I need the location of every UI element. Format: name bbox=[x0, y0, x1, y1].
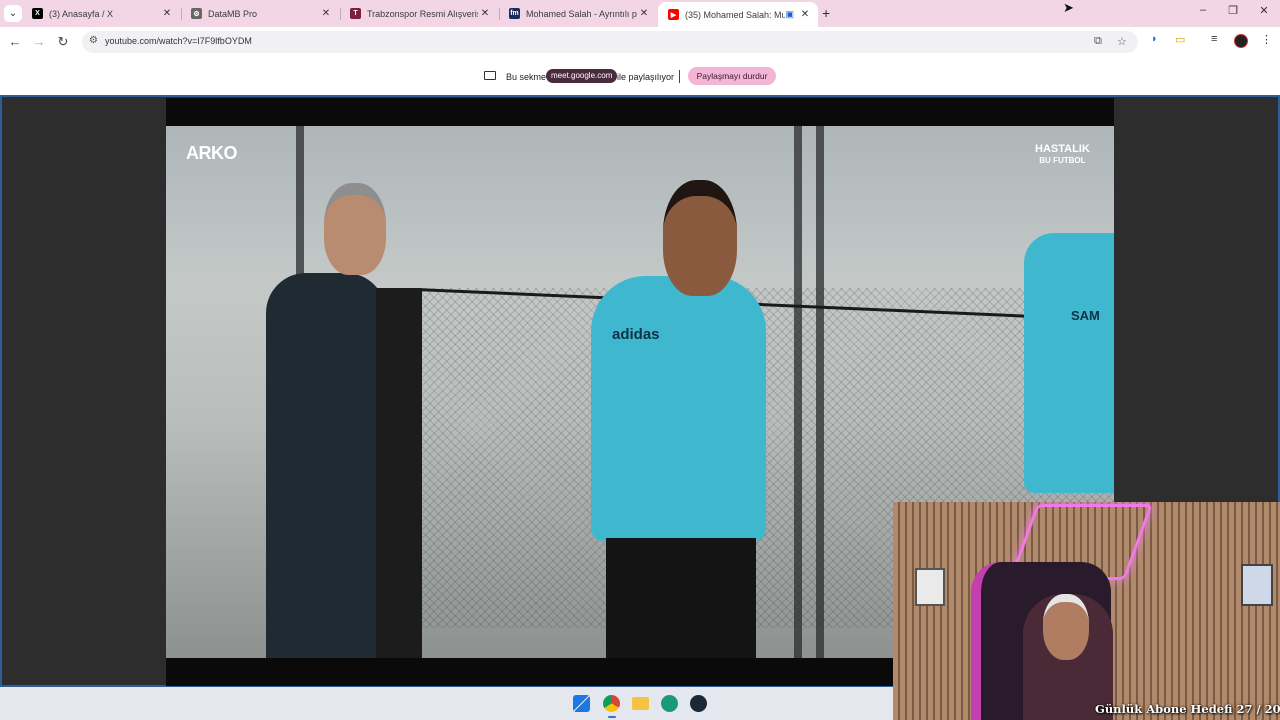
bookmark-star-icon[interactable]: ☆ bbox=[1117, 35, 1127, 48]
menu-kebab-icon[interactable]: ⋮ bbox=[1261, 33, 1272, 46]
channel-watermark-right: HASTALIK BU FUTBOL bbox=[1035, 144, 1090, 166]
close-icon[interactable]: ✕ bbox=[319, 8, 333, 19]
close-icon[interactable]: ✕ bbox=[478, 8, 492, 19]
person-right bbox=[1024, 233, 1114, 493]
trabzonspor-icon: T bbox=[350, 8, 361, 19]
fbref-icon: fm bbox=[509, 8, 520, 19]
person-player bbox=[591, 276, 766, 541]
address-bar[interactable]: ⚙ youtube.com/watch?v=I7F9lfbOYDM ⧉ ☆ bbox=[82, 31, 1138, 53]
channel-watermark-left: ARKO bbox=[186, 143, 238, 163]
screen-share-icon bbox=[484, 71, 496, 80]
forward-button[interactable]: → bbox=[31, 34, 47, 49]
site-info-icon[interactable]: ⚙ bbox=[89, 35, 98, 46]
chrome-icon[interactable] bbox=[603, 695, 620, 712]
browser-toolbar: ← → ↻ ⚙ youtube.com/watch?v=I7F9lfbOYDM … bbox=[0, 27, 1280, 57]
close-icon[interactable]: ✕ bbox=[160, 8, 174, 19]
x-logo-icon: X bbox=[32, 8, 43, 19]
watermark-subtitle: BU FUTBOL bbox=[1039, 156, 1086, 165]
shirt-text: SAM bbox=[1071, 308, 1100, 323]
share-target-badge: meet.google.com bbox=[546, 69, 618, 83]
windows-start-icon[interactable] bbox=[573, 695, 590, 712]
new-tab-button[interactable]: + bbox=[822, 5, 830, 21]
youtube-icon: ▶ bbox=[668, 9, 679, 20]
tab-title: Trabzonspor Resmi Alışveriş Sitesi bbox=[367, 8, 478, 19]
chevron-down-icon: ⌄ bbox=[8, 8, 18, 19]
framed-jersey bbox=[1241, 564, 1273, 606]
active-app-indicator bbox=[608, 716, 616, 718]
webcam-overlay: Günlük Abone Hedefi 27 / 20 bbox=[893, 502, 1280, 720]
tab-youtube-active[interactable]: ▶ (35) Mohamed Salah: Mucize ▣ ✕ bbox=[658, 2, 818, 27]
person-player-shorts bbox=[606, 538, 756, 658]
tab-title: (3) Anasayfa / X bbox=[49, 8, 114, 19]
tab-title: (35) Mohamed Salah: Mucize bbox=[685, 9, 786, 20]
file-explorer-icon[interactable] bbox=[632, 697, 649, 710]
person-player-head bbox=[663, 180, 737, 296]
tab-title: DataMB Pro bbox=[208, 8, 258, 19]
profile-avatar[interactable] bbox=[1234, 34, 1248, 48]
restore-button[interactable]: ❐ bbox=[1223, 4, 1243, 17]
shirt-logo-text: adidas bbox=[612, 326, 660, 343]
close-window-button[interactable]: ✕ bbox=[1254, 4, 1274, 17]
minimize-button[interactable]: – bbox=[1193, 4, 1213, 16]
person-coach-head bbox=[324, 183, 386, 275]
share-text-before: Bu sekme bbox=[506, 72, 547, 82]
divider bbox=[679, 70, 680, 83]
watermark-title: HASTALIK bbox=[1035, 143, 1090, 155]
extension-icon[interactable]: ▭ bbox=[1175, 33, 1185, 46]
app-icon[interactable] bbox=[661, 695, 678, 712]
datamb-icon: ⚙ bbox=[191, 8, 202, 19]
taskbar bbox=[0, 687, 893, 720]
sharing-indicator-icon: ▣ bbox=[785, 9, 794, 19]
reload-button[interactable]: ↻ bbox=[55, 34, 71, 50]
stop-sharing-button[interactable]: Paylaşmayı durdur bbox=[688, 67, 776, 85]
media-controls-icon[interactable]: ≡ bbox=[1211, 33, 1217, 45]
tab-strip: ⌄ X (3) Anasayfa / X ✕ ⚙ DataMB Pro ✕ T … bbox=[0, 0, 1280, 27]
person-coach bbox=[266, 273, 386, 658]
close-icon[interactable]: ✕ bbox=[637, 8, 651, 19]
tab-trabzonspor[interactable]: T Trabzonspor Resmi Alışveriş Sitesi ✕ bbox=[340, 0, 498, 27]
install-app-icon[interactable]: ⧉ bbox=[1094, 35, 1102, 48]
close-icon[interactable]: ✕ bbox=[798, 9, 812, 20]
wall-frame bbox=[915, 568, 945, 606]
share-text-after: ile paylaşılıyor bbox=[617, 72, 675, 82]
extension-icon[interactable]: ◗ bbox=[1151, 33, 1158, 45]
net-pole bbox=[376, 288, 422, 658]
subscriber-goal-caption: Günlük Abone Hedefi 27 / 20 bbox=[1095, 702, 1280, 716]
tab-datamb[interactable]: ⚙ DataMB Pro ✕ bbox=[181, 0, 339, 27]
tab-x[interactable]: X (3) Anasayfa / X ✕ bbox=[22, 0, 180, 27]
mouse-cursor-icon: ➤ bbox=[1063, 0, 1074, 15]
streamer-head bbox=[1043, 594, 1089, 660]
back-button[interactable]: ← bbox=[7, 34, 23, 49]
url-text: youtube.com/watch?v=I7F9lfbOYDM bbox=[105, 36, 252, 46]
tab-search-button[interactable]: ⌄ bbox=[4, 5, 22, 22]
tab-title: Mohamed Salah - Ayrıntılı performans bbox=[526, 8, 637, 19]
steam-icon[interactable] bbox=[690, 695, 707, 712]
tab-sharing-bar: Bu sekme meet.google.com ile paylaşılıyo… bbox=[0, 57, 1280, 96]
tab-fbref[interactable]: fm Mohamed Salah - Ayrıntılı performans … bbox=[499, 0, 657, 27]
